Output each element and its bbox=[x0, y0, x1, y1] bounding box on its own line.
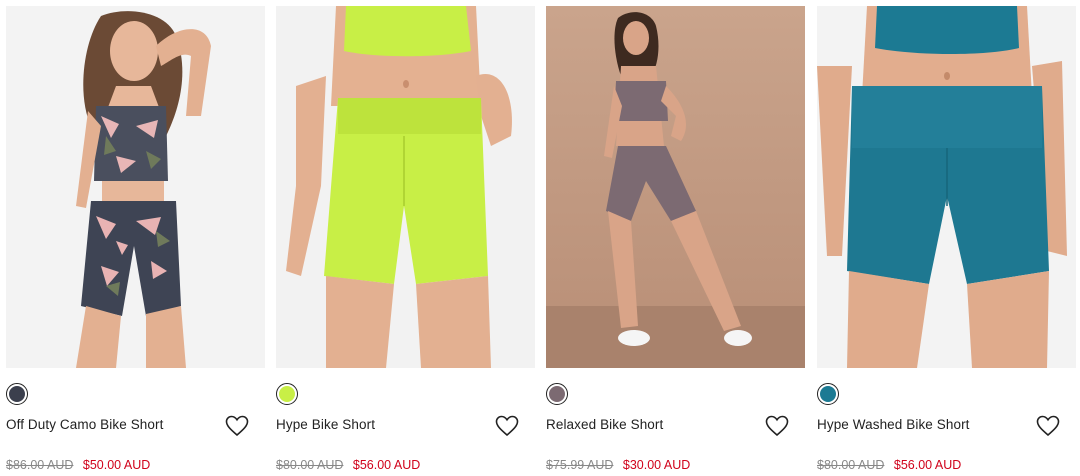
heart-outline-icon[interactable] bbox=[225, 415, 249, 437]
product-name[interactable]: Hype Washed Bike Short bbox=[817, 417, 970, 432]
product-image[interactable] bbox=[817, 6, 1076, 368]
product-card: Hype Washed Bike Short $80.00 AUD $56.00… bbox=[817, 6, 1076, 476]
original-price: $80.00 AUD bbox=[276, 458, 344, 472]
heart-outline-icon[interactable] bbox=[1036, 415, 1060, 437]
color-swatches bbox=[817, 383, 839, 407]
original-price: $86.00 AUD bbox=[6, 458, 74, 472]
color-swatch[interactable] bbox=[276, 383, 298, 405]
color-swatches bbox=[6, 383, 28, 407]
sale-price: $56.00 AUD bbox=[893, 458, 962, 472]
heart-outline-icon[interactable] bbox=[495, 415, 519, 437]
heart-outline-icon[interactable] bbox=[765, 415, 789, 437]
original-price: $75.99 AUD bbox=[546, 458, 614, 472]
color-swatch[interactable] bbox=[6, 383, 28, 405]
product-info: Relaxed Bike Short bbox=[546, 415, 805, 437]
sale-price: $56.00 AUD bbox=[352, 458, 421, 472]
price: $86.00 AUD $50.00 AUD bbox=[6, 458, 150, 474]
price: $80.00 AUD $56.00 AUD bbox=[276, 458, 420, 474]
color-swatch[interactable] bbox=[546, 383, 568, 405]
product-image[interactable] bbox=[276, 6, 535, 368]
price: $80.00 AUD $56.00 AUD bbox=[817, 458, 961, 474]
product-info: Hype Washed Bike Short bbox=[817, 415, 1076, 437]
color-swatches bbox=[546, 383, 568, 407]
original-price: $80.00 AUD bbox=[817, 458, 885, 472]
product-image[interactable] bbox=[546, 6, 805, 368]
product-name[interactable]: Relaxed Bike Short bbox=[546, 417, 663, 432]
color-swatches bbox=[276, 383, 298, 407]
product-info: Hype Bike Short bbox=[276, 415, 535, 437]
color-swatch[interactable] bbox=[817, 383, 839, 405]
product-name[interactable]: Hype Bike Short bbox=[276, 417, 375, 432]
product-info: Off Duty Camo Bike Short bbox=[6, 415, 265, 437]
price: $75.99 AUD $30.00 AUD bbox=[546, 458, 690, 474]
product-card: Off Duty Camo Bike Short $86.00 AUD $50.… bbox=[6, 6, 265, 476]
sale-price: $50.00 AUD bbox=[82, 458, 151, 472]
sale-price: $30.00 AUD bbox=[622, 458, 691, 472]
product-image[interactable] bbox=[6, 6, 265, 368]
product-card: Relaxed Bike Short $75.99 AUD $30.00 AUD bbox=[546, 6, 805, 476]
product-card: Hype Bike Short $80.00 AUD $56.00 AUD bbox=[276, 6, 535, 476]
product-name[interactable]: Off Duty Camo Bike Short bbox=[6, 417, 163, 432]
product-grid: Off Duty Camo Bike Short $86.00 AUD $50.… bbox=[0, 0, 1080, 476]
